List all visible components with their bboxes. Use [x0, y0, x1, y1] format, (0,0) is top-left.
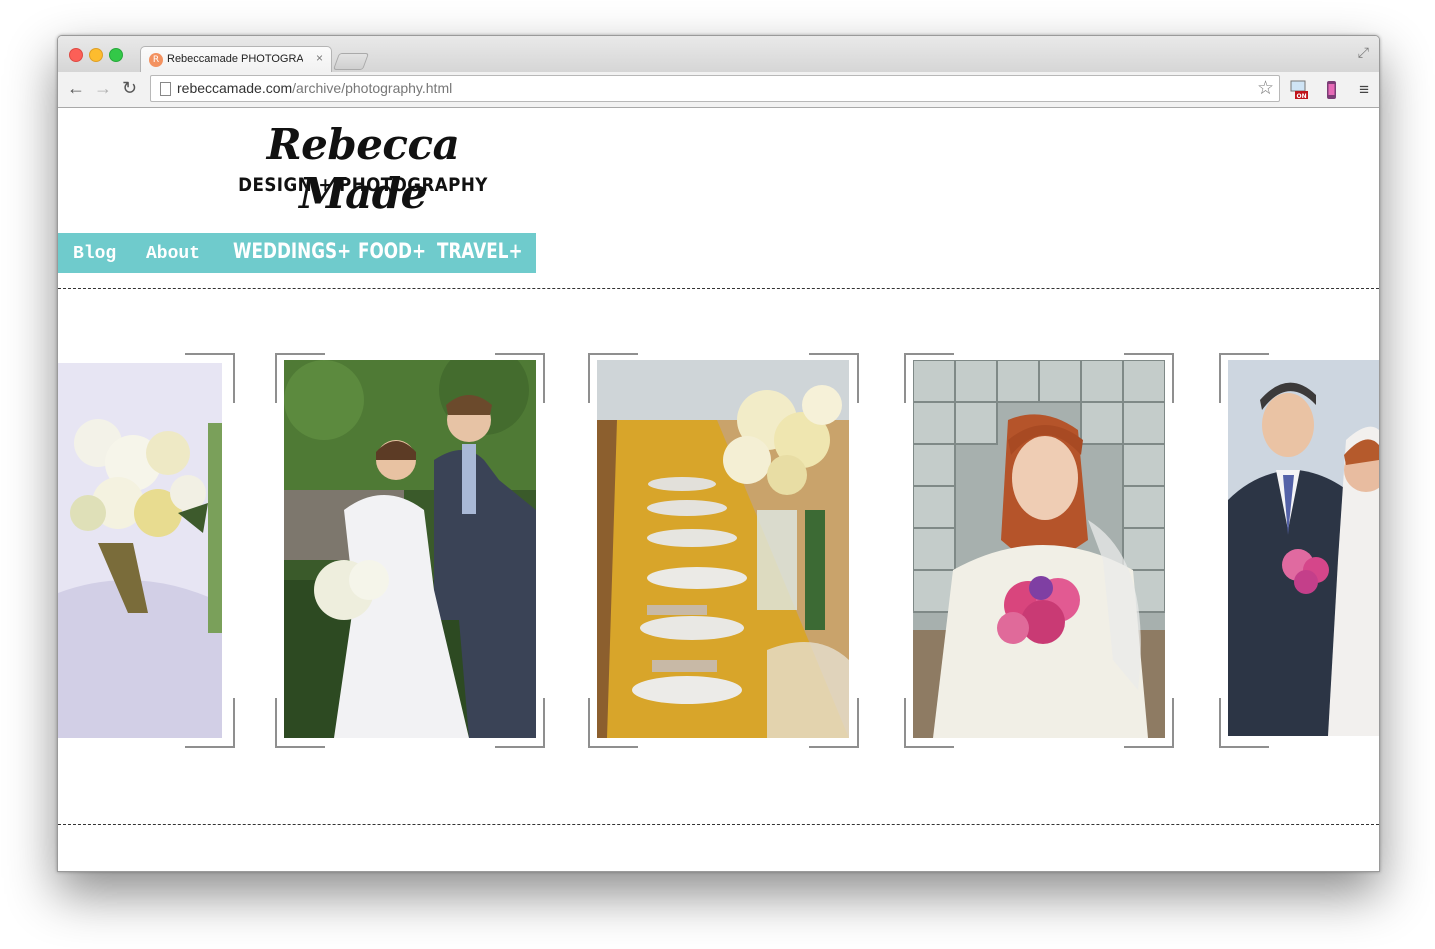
main-nav: Blog About WEDDINGS+ FOOD+ TRAVEL+: [58, 233, 536, 273]
phone-extension-icon[interactable]: [1322, 80, 1340, 100]
zoom-window-button[interactable]: [109, 48, 123, 62]
back-arrow-icon[interactable]: ←: [67, 78, 85, 98]
minimize-window-button[interactable]: [89, 48, 103, 62]
gallery-photo-table-setting[interactable]: [597, 360, 849, 738]
fullscreen-icon[interactable]: ⤢: [1358, 44, 1369, 61]
browser-tab[interactable]: R Rebeccamade PHOTOGRAPHY ×: [140, 46, 332, 73]
nav-item-travel[interactable]: TRAVEL+: [437, 239, 523, 263]
forward-arrow-icon[interactable]: →: [94, 78, 112, 98]
url-host: rebeccamade.com: [177, 80, 293, 96]
address-bar[interactable]: rebeccamade.com/archive/photography.html…: [150, 75, 1280, 102]
nav-item-weddings[interactable]: WEDDINGS+: [233, 239, 351, 263]
bookmark-star-icon[interactable]: ☆: [1257, 77, 1274, 100]
tab-close-icon[interactable]: ×: [316, 51, 323, 65]
gallery-photo-bride-portrait[interactable]: [913, 360, 1165, 738]
menu-icon[interactable]: ≡: [1359, 80, 1369, 100]
nav-item-food[interactable]: FOOD+: [358, 239, 426, 263]
nav-item-blog[interactable]: Blog: [73, 244, 116, 264]
page-icon: [160, 82, 171, 96]
url-path: /archive/photography.html: [292, 80, 453, 96]
tab-strip: R Rebeccamade PHOTOGRAPHY × ⤢: [58, 36, 1379, 73]
url-text[interactable]: rebeccamade.com/archive/photography.html: [177, 80, 452, 96]
reload-icon[interactable]: ↻: [122, 78, 137, 98]
browser-toolbar: ← → ↻ rebeccamade.com/archive/photograph…: [58, 72, 1379, 108]
close-window-button[interactable]: [69, 48, 83, 62]
tab-title: Rebeccamade PHOTOGRAPHY: [167, 53, 303, 65]
browser-window: R Rebeccamade PHOTOGRAPHY × ⤢ ← → ↻ rebe…: [57, 35, 1380, 872]
favicon-icon: R: [149, 53, 163, 67]
divider-bottom: [58, 824, 1379, 825]
gallery-photo-bride-and-groom[interactable]: [284, 360, 536, 738]
gallery-photo-groom-and-bride[interactable]: [1228, 360, 1379, 736]
nav-item-about[interactable]: About: [146, 244, 200, 264]
extension-on-icon[interactable]: ON: [1290, 80, 1308, 100]
divider-top: [58, 288, 1379, 289]
site-logo-subtitle: DESIGN + PHOTOGRAPHY: [238, 174, 488, 196]
svg-text:ON: ON: [1297, 93, 1307, 100]
page-viewport: Rebecca Made DESIGN + PHOTOGRAPHY Blog A…: [58, 108, 1379, 871]
site-logo-title[interactable]: Rebecca Made: [208, 120, 518, 218]
gallery-photo-bride-bouquet[interactable]: [58, 363, 222, 738]
new-tab-button[interactable]: [332, 53, 370, 70]
